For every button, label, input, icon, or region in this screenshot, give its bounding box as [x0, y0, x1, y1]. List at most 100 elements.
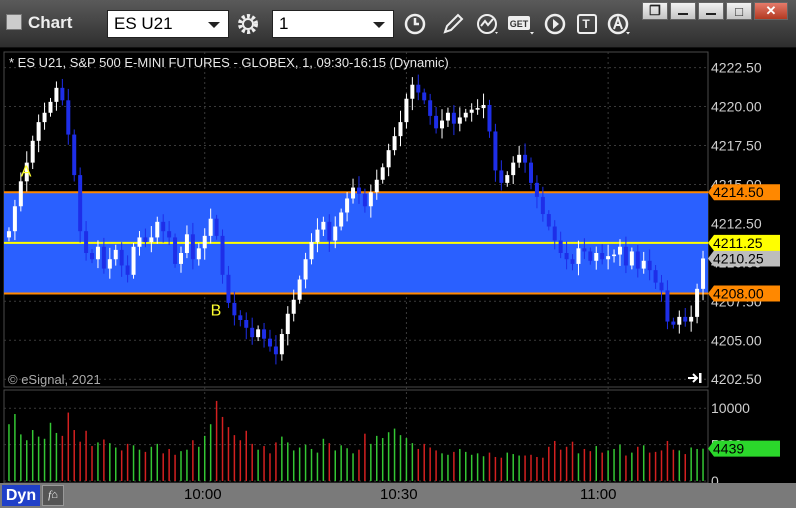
price-chart[interactable]: 4222.504220.004217.504215.004212.504210.…	[0, 48, 796, 483]
window-title-text: Chart	[28, 13, 73, 32]
candle-body	[683, 316, 688, 322]
candle-body	[576, 248, 581, 264]
candle-body	[238, 315, 243, 320]
candle-body	[445, 112, 450, 121]
draw-tool-button[interactable]	[438, 10, 468, 38]
settings-button[interactable]	[233, 10, 263, 38]
line-study-icon	[477, 14, 498, 34]
candle-body	[262, 329, 267, 339]
window-title: Chart	[6, 13, 72, 33]
price-tick-label: 4212.50	[711, 215, 762, 231]
candle-body	[659, 282, 664, 291]
candle-body	[410, 84, 415, 99]
time-label: 10:30	[380, 486, 418, 503]
candle-body	[434, 115, 439, 129]
candle-body	[190, 234, 195, 260]
candle-body	[594, 253, 599, 261]
candle-body	[540, 196, 545, 215]
get-data-button[interactable]: GET	[506, 10, 536, 38]
candle-body	[511, 162, 516, 176]
candle-body	[12, 206, 17, 232]
symbol-dropdown[interactable]: ES U21	[107, 10, 229, 38]
candle-body	[493, 131, 498, 171]
price-level-tag: 4208.00	[713, 286, 764, 302]
candle-body	[635, 251, 640, 269]
maximize-window-button[interactable]: □	[726, 2, 752, 20]
candle-body	[534, 182, 539, 197]
price-level-tag: 4211.25	[713, 235, 763, 251]
candle-body	[339, 212, 344, 227]
candle-body	[18, 181, 23, 207]
candle-body	[84, 231, 89, 253]
text-tool-icon-label: T	[582, 17, 590, 31]
price-tick-label: 4220.00	[711, 99, 762, 115]
candle-body	[617, 246, 622, 255]
candle-body	[677, 316, 682, 325]
candle-body	[315, 229, 320, 243]
candle-body	[463, 112, 468, 118]
candle-body	[6, 231, 11, 238]
candle-body	[451, 112, 456, 124]
candle-body	[404, 98, 409, 123]
function-lock-icon[interactable]: f⌂	[42, 485, 64, 506]
candle-body	[386, 150, 391, 168]
candle-body	[125, 265, 130, 275]
candle-body	[665, 290, 670, 322]
candle-body	[273, 346, 278, 355]
candle-body	[351, 187, 356, 199]
play-button[interactable]	[540, 10, 570, 38]
alert-button[interactable]	[604, 10, 634, 38]
candle-body	[647, 260, 652, 271]
price-tick-label: 4222.50	[711, 60, 762, 76]
candle-body	[226, 274, 231, 303]
candle-body	[600, 253, 605, 260]
candle-body	[285, 313, 290, 335]
candle-body	[107, 259, 112, 269]
candle-body	[60, 87, 65, 101]
candle-body	[487, 104, 492, 132]
dynamic-mode-button[interactable]: Dyn	[2, 485, 40, 506]
candle-body	[208, 218, 213, 236]
candle-body	[475, 108, 480, 110]
candle-body	[505, 175, 510, 183]
price-tick-label: 4202.50	[711, 371, 762, 387]
pencil-icon	[443, 13, 464, 34]
candle-body	[161, 221, 166, 232]
candle-body	[564, 253, 569, 260]
candle-body	[368, 192, 373, 207]
candle-body	[582, 248, 587, 252]
minimize-icon	[678, 13, 688, 15]
candle-body	[481, 104, 486, 109]
window-menu-icon[interactable]	[6, 14, 22, 30]
close-window-button[interactable]: ✕	[754, 2, 788, 20]
candle-body	[606, 256, 611, 260]
candle-body	[42, 112, 47, 123]
restore-window-button[interactable]: ❐	[642, 2, 668, 20]
candle-body	[131, 246, 136, 275]
candle-body	[309, 242, 314, 260]
maximize-icon: □	[735, 3, 743, 19]
hide-window-button[interactable]	[698, 2, 724, 20]
candle-body	[362, 193, 367, 207]
chart-annotation: A	[21, 164, 32, 181]
clock-icon	[404, 13, 426, 35]
text-tool-button[interactable]: T	[573, 10, 603, 38]
candle-body	[416, 84, 421, 93]
candle-body	[623, 246, 628, 266]
candle-body	[267, 338, 272, 347]
candle-body	[54, 87, 59, 102]
chevron-down-icon	[373, 22, 385, 28]
candle-body	[179, 253, 183, 264]
candle-body	[333, 226, 338, 241]
time-template-button[interactable]	[400, 10, 430, 38]
candle-body	[629, 251, 634, 266]
candle-body	[196, 248, 201, 260]
candle-body	[380, 167, 385, 180]
candle-body	[214, 218, 219, 236]
interval-dropdown[interactable]: 1	[272, 10, 394, 38]
minimize-window-button[interactable]	[670, 2, 696, 20]
candle-body	[66, 100, 71, 135]
candle-body	[440, 120, 445, 129]
candle-body	[398, 122, 403, 137]
study-button[interactable]	[473, 10, 503, 38]
